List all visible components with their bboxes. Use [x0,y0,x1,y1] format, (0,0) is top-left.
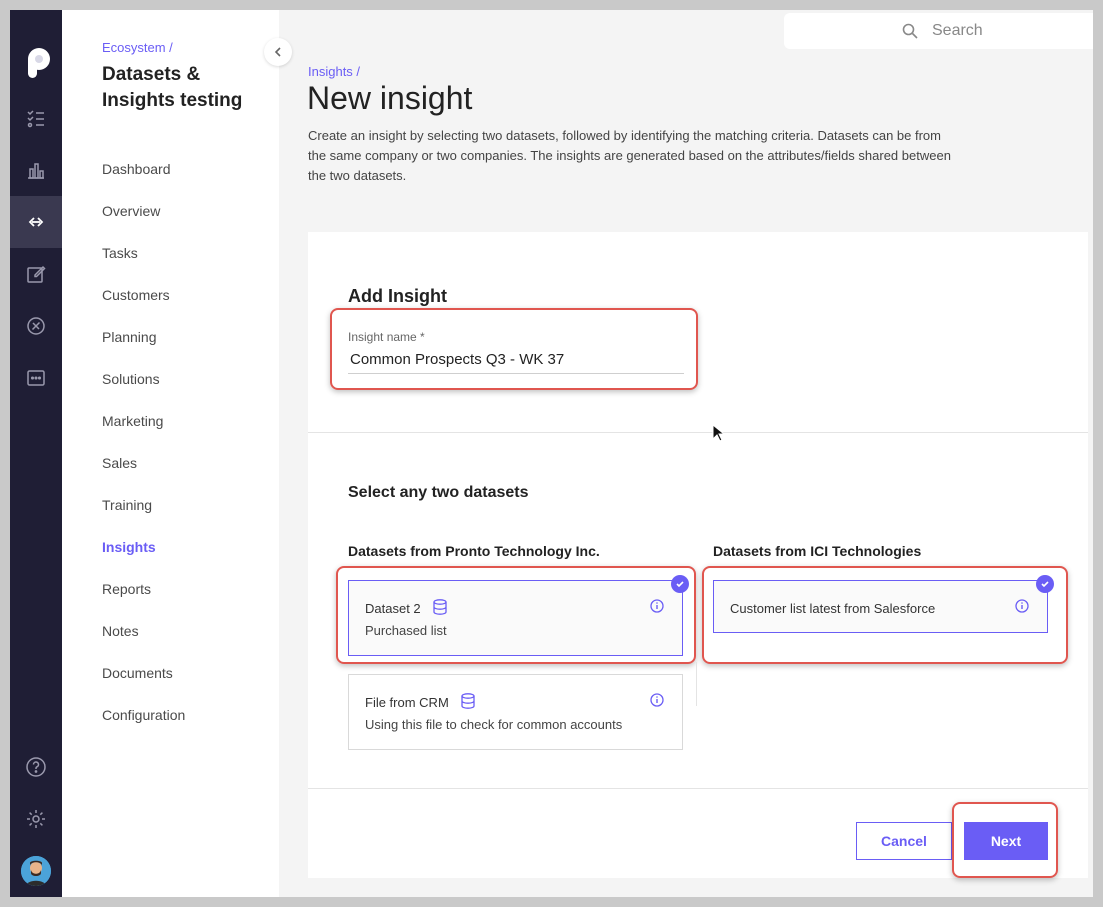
breadcrumb[interactable]: Insights / [308,64,360,79]
info-icon[interactable] [650,693,664,707]
select-datasets-heading: Select any two datasets [348,484,529,501]
section-divider [308,432,1088,433]
sidebar-breadcrumb[interactable]: Ecosystem / [102,40,173,55]
dataset-card-dataset-2[interactable]: Dataset 2 Purchased list [348,580,683,656]
next-button[interactable]: Next [964,822,1048,860]
sidebar-item-customers[interactable]: Customers [102,287,170,303]
sidebar-item-solutions[interactable]: Solutions [102,371,160,387]
sidebar-item-insights[interactable]: Insights [102,539,156,555]
sidebar-item-reports[interactable]: Reports [102,581,151,597]
mouse-cursor-icon [712,424,724,442]
tasks-icon[interactable] [10,92,62,144]
sidebar-item-overview[interactable]: Overview [102,203,160,219]
search-icon [902,23,918,39]
settings-icon[interactable] [10,793,62,845]
footer-divider [308,788,1088,789]
more-icon[interactable] [10,352,62,404]
search-input[interactable] [932,20,1082,42]
workspace-title: Datasets & Insights testing [102,64,243,111]
add-insight-heading: Add Insight [348,286,447,306]
sidebar-item-dashboard[interactable]: Dashboard [102,161,171,177]
icon-rail [10,10,62,897]
search-bar [784,13,1093,49]
sidebar-item-documents[interactable]: Documents [102,665,173,681]
column-divider [696,662,697,706]
dataset-subtitle: Using this file to check for common acco… [365,717,623,732]
chart-icon[interactable] [10,144,62,196]
right-column-title: Datasets from ICI Technologies [713,543,922,559]
sidebar-item-sales[interactable]: Sales [102,455,137,471]
page-description: Create an insight by selecting two datas… [308,128,951,183]
secondary-sidebar: Ecosystem / Datasets & Insights testing … [62,10,279,897]
sidebar-item-notes[interactable]: Notes [102,623,139,639]
dataset-name: Dataset 2 [365,601,421,616]
database-icon [461,693,475,709]
edit-icon[interactable] [10,248,62,300]
insight-name-input[interactable] [348,346,684,374]
sidebar-item-tasks[interactable]: Tasks [102,245,138,261]
add-insight-card: Add Insight Insight name * Select any tw… [308,232,1088,878]
info-icon[interactable] [1015,599,1029,613]
help-icon[interactable] [10,741,62,793]
sidebar-item-training[interactable]: Training [102,497,152,513]
chevron-left-icon [274,47,281,57]
cancel-button[interactable]: Cancel [856,822,952,860]
selected-check-icon [671,575,689,593]
page-title: New insight [307,80,473,116]
database-icon [433,599,447,615]
dataset-card-file-from-crm[interactable]: File from CRM Using this file to check f… [348,674,683,750]
collapse-sidebar-button[interactable] [264,38,292,66]
cancel-circle-icon[interactable] [10,300,62,352]
selected-check-icon [1036,575,1054,593]
dataset-subtitle: Purchased list [365,623,447,638]
dataset-name: File from CRM [365,695,449,710]
app-window: Ecosystem / Datasets & Insights testing … [10,10,1093,897]
left-column-title: Datasets from Pronto Technology Inc. [348,543,600,559]
dataset-name: Customer list latest from Salesforce [730,601,936,616]
link-icon[interactable] [10,196,62,248]
sidebar-item-marketing[interactable]: Marketing [102,413,163,429]
info-icon[interactable] [650,599,664,613]
avatar[interactable] [21,856,51,886]
insight-name-label: Insight name * [348,330,425,344]
dataset-card-customer-list[interactable]: Customer list latest from Salesforce [713,580,1048,633]
sidebar-item-planning[interactable]: Planning [102,329,157,345]
logo-icon[interactable] [24,48,50,78]
sidebar-item-configuration[interactable]: Configuration [102,707,185,723]
